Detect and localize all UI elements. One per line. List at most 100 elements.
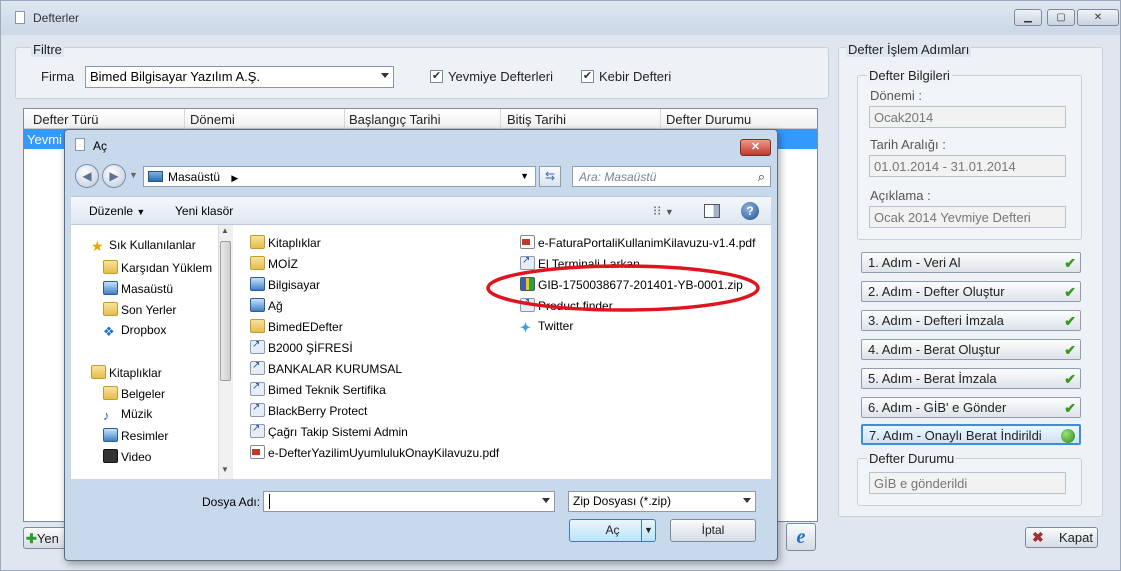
nav-desktop[interactable]: Masaüstü bbox=[103, 281, 173, 296]
pictures-icon bbox=[103, 428, 118, 442]
search-placeholder: Ara: Masaüstü bbox=[579, 170, 657, 184]
file-item[interactable]: Çağrı Takip Sistemi Admin bbox=[250, 423, 408, 439]
nav-libraries[interactable]: Kitaplıklar bbox=[91, 365, 162, 380]
scrollbar-thumb[interactable] bbox=[220, 241, 231, 381]
file-item[interactable]: e-DefterYazilimUyumlulukOnayKilavuzu.pdf bbox=[250, 445, 499, 460]
nav-label: Belgeler bbox=[121, 387, 166, 401]
filetype-select[interactable]: Zip Dosyası (*.zip) bbox=[568, 491, 756, 512]
new-button[interactable]: ✚Yen bbox=[23, 527, 69, 549]
file-item[interactable]: Kitaplıklar bbox=[250, 235, 321, 250]
search-icon[interactable]: ⌕ bbox=[758, 169, 765, 185]
step-label: 3. Adım - Defteri İmzala bbox=[868, 313, 1004, 328]
open-options-chevron-icon[interactable]: ▼ bbox=[641, 520, 655, 541]
step-label: 6. Adım - GİB' e Gönder bbox=[868, 400, 1007, 415]
address-dropdown-icon[interactable]: ▼ bbox=[520, 171, 529, 181]
dialog-close-button[interactable]: ✕ bbox=[740, 139, 771, 156]
nav-downloads[interactable]: Karşıdan Yüklem bbox=[103, 260, 212, 275]
checkmark-icon: ✔ bbox=[1064, 371, 1076, 387]
file-name: e-FaturaPortaliKullanimKilavuzu-v1.4.pdf bbox=[538, 236, 756, 250]
file-name: BANKALAR KURUMSAL bbox=[268, 362, 403, 376]
shortcut-icon bbox=[250, 339, 265, 354]
nav-video[interactable]: Video bbox=[103, 449, 151, 464]
title-bar: Defterler ▁ ▢ ✕ bbox=[1, 1, 1120, 35]
nav-pictures[interactable]: Resimler bbox=[103, 428, 168, 443]
step-7-button[interactable]: 7. Adım - Onaylı Berat İndirildi bbox=[861, 424, 1081, 445]
view-icon[interactable]: ⁝⁝ ▼ bbox=[653, 203, 674, 219]
open-button[interactable]: Aç ▼ bbox=[569, 519, 656, 542]
file-item[interactable]: e-FaturaPortaliKullanimKilavuzu-v1.4.pdf bbox=[520, 235, 755, 250]
nav-label: Karşıdan Yüklem bbox=[121, 261, 213, 275]
step-4-button[interactable]: 4. Adım - Berat Oluştur ✔ bbox=[861, 339, 1081, 360]
col-baslangic[interactable]: Başlangıç Tarihi bbox=[349, 112, 441, 127]
folder-icon bbox=[250, 256, 265, 270]
nav-music[interactable]: ♪ Müzik bbox=[103, 407, 152, 423]
file-item[interactable]: ✦ Twitter bbox=[520, 319, 573, 335]
shortcut-icon bbox=[250, 423, 265, 438]
file-item[interactable]: BimedEDefter bbox=[250, 319, 343, 334]
file-item[interactable]: Ağ bbox=[250, 298, 283, 313]
preview-pane-icon[interactable] bbox=[704, 204, 720, 218]
video-icon bbox=[103, 449, 118, 463]
file-item[interactable]: B2000 ŞİFRESİ bbox=[250, 339, 353, 355]
file-item[interactable]: BlackBerry Protect bbox=[250, 402, 367, 418]
nav-documents[interactable]: Belgeler bbox=[103, 386, 165, 401]
nav-label: Resimler bbox=[121, 429, 169, 443]
step-label: 5. Adım - Berat İmzala bbox=[868, 371, 997, 386]
file-name: MOİZ bbox=[268, 257, 298, 271]
shortcut-icon bbox=[250, 381, 265, 396]
step-3-button[interactable]: 3. Adım - Defteri İmzala ✔ bbox=[861, 310, 1081, 331]
minimize-button[interactable]: ▁ bbox=[1014, 9, 1042, 26]
downloads-folder-icon bbox=[103, 260, 118, 274]
nav-label: Masaüstü bbox=[121, 282, 174, 296]
help-icon[interactable]: ? bbox=[741, 202, 759, 220]
donemi-field: Ocak2014 bbox=[869, 106, 1066, 128]
scroll-up-icon[interactable]: ▲ bbox=[221, 226, 229, 235]
nav-recent[interactable]: Son Yerler bbox=[103, 302, 176, 317]
nav-dropbox[interactable]: ❖ Dropbox bbox=[103, 323, 166, 339]
history-chevron-icon[interactable]: ▼ bbox=[129, 170, 138, 180]
search-input[interactable]: Ara: Masaüstü ⌕ bbox=[572, 166, 771, 187]
dialog-title-bar: Aç ✕ bbox=[65, 130, 777, 160]
library-icon bbox=[250, 235, 265, 249]
address-bar[interactable]: Masaüstü ▶ ▼ bbox=[143, 166, 536, 187]
scroll-down-icon[interactable]: ▼ bbox=[221, 465, 229, 474]
forward-icon[interactable]: ▶ bbox=[102, 164, 126, 188]
pdf-icon bbox=[520, 235, 535, 249]
close-window-button[interactable]: ✕ bbox=[1077, 9, 1119, 26]
file-name: Bilgisayar bbox=[268, 278, 321, 292]
nav-label: Müzik bbox=[121, 407, 153, 421]
file-item[interactable]: MOİZ bbox=[250, 256, 298, 271]
step-5-button[interactable]: 5. Adım - Berat İmzala ✔ bbox=[861, 368, 1081, 389]
firma-select[interactable]: Bimed Bilgisayar Yazılım A.Ş. bbox=[85, 66, 394, 88]
firma-label: Firma bbox=[41, 69, 75, 84]
nav-label: Son Yerler bbox=[121, 303, 177, 317]
step-2-button[interactable]: 2. Adım - Defter Oluştur ✔ bbox=[861, 281, 1081, 302]
file-item[interactable]: Bilgisayar bbox=[250, 277, 320, 292]
dialog-footer: Dosya Adı: Zip Dosyası (*.zip) Aç ▼ İpta… bbox=[65, 479, 777, 560]
new-folder-button[interactable]: Yeni klasör bbox=[175, 204, 233, 218]
col-donemi[interactable]: Dönemi bbox=[190, 112, 235, 127]
checkmark-icon: ✔ bbox=[1064, 342, 1076, 358]
step-1-button[interactable]: 1. Adım - Veri Al ✔ bbox=[861, 252, 1081, 273]
refresh-icon[interactable]: ⇆ bbox=[539, 166, 561, 187]
open-file-dialog: Aç ✕ ◀ ▶ ▼ Masaüstü ▶ ▼ ⇆ Ara: Masaüstü … bbox=[64, 129, 778, 561]
col-bitis[interactable]: Bitiş Tarihi bbox=[507, 112, 566, 127]
step-6-button[interactable]: 6. Adım - GİB' e Gönder ✔ bbox=[861, 397, 1081, 418]
nav-favorites[interactable]: ★ Sık Kullanılanlar bbox=[91, 238, 196, 254]
file-item[interactable]: BANKALAR KURUMSAL bbox=[250, 360, 403, 376]
breadcrumb-arrow-icon[interactable]: ▶ bbox=[231, 173, 238, 183]
kebir-checkbox[interactable]: ✔ bbox=[581, 70, 594, 83]
cancel-button[interactable]: İptal bbox=[670, 519, 756, 542]
col-durum[interactable]: Defter Durumu bbox=[666, 112, 751, 127]
maximize-button[interactable]: ▢ bbox=[1047, 9, 1075, 26]
browser-icon[interactable]: e bbox=[786, 523, 816, 551]
back-icon[interactable]: ◀ bbox=[75, 164, 99, 188]
kapat-button[interactable]: ✖ Kapat bbox=[1025, 527, 1098, 548]
yevmiye-checkbox[interactable]: ✔ bbox=[430, 70, 443, 83]
file-item[interactable]: Bimed Teknik Sertifika bbox=[250, 381, 386, 397]
add-icon: ✚ bbox=[26, 531, 37, 546]
star-icon: ★ bbox=[91, 238, 104, 254]
filename-input[interactable] bbox=[263, 491, 555, 512]
col-defter-turu[interactable]: Defter Türü bbox=[33, 112, 99, 127]
organize-button[interactable]: Düzenle ▼ bbox=[89, 204, 145, 218]
